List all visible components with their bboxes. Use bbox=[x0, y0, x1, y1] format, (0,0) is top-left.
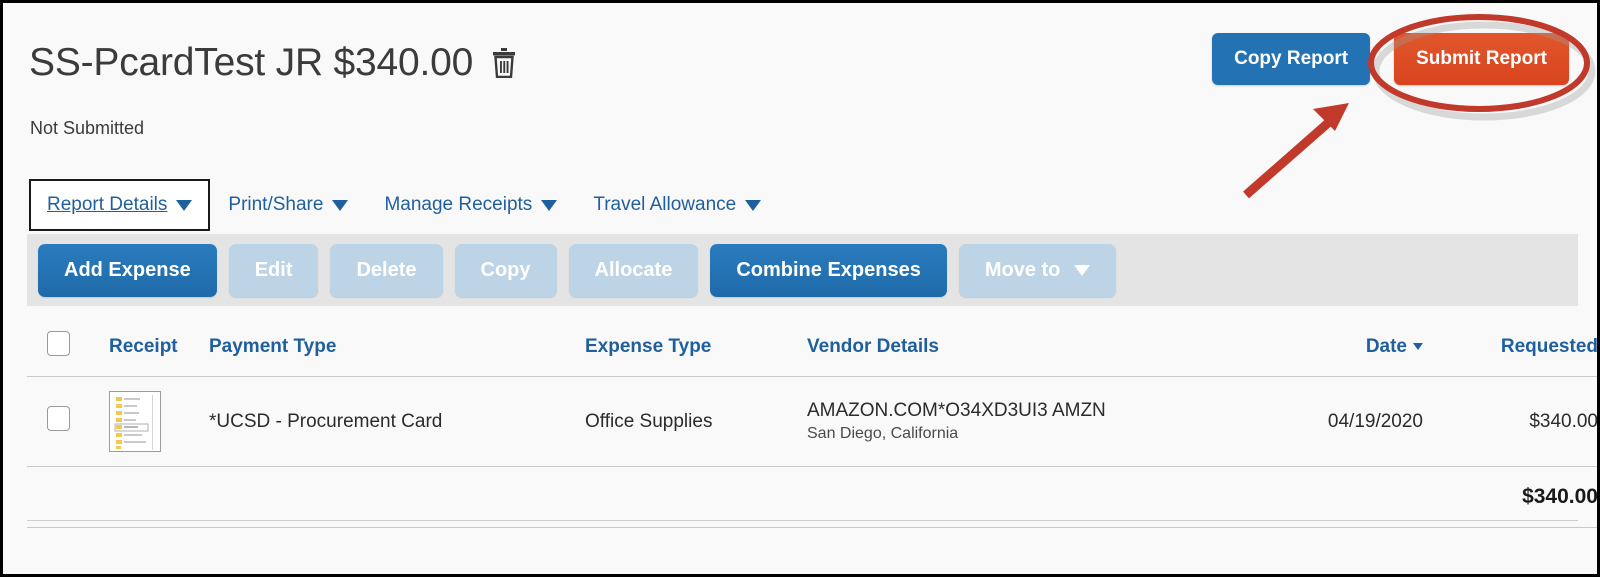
allocate-button[interactable]: Allocate bbox=[568, 243, 699, 297]
tab-print-share[interactable]: Print/Share bbox=[210, 179, 366, 231]
header-payment-type[interactable]: Payment Type bbox=[209, 321, 585, 377]
header-requested[interactable]: Requested bbox=[1423, 321, 1597, 377]
header-receipt[interactable]: Receipt bbox=[109, 321, 209, 377]
chevron-down-icon bbox=[332, 199, 349, 211]
row-vendor-location: San Diego, California bbox=[807, 425, 959, 442]
table-total-row: $340.00 bbox=[27, 466, 1597, 528]
date-sort-control[interactable]: Date bbox=[1366, 336, 1423, 358]
copy-report-button[interactable]: Copy Report bbox=[1212, 33, 1371, 85]
table-header-row: Receipt Payment Type Expense Type Vendor… bbox=[27, 321, 1597, 377]
tab-report-details-label: Report Details bbox=[47, 194, 168, 215]
table-row[interactable]: *UCSD - Procurement Card Office Supplies… bbox=[27, 376, 1597, 467]
tab-travel-allowance-label: Travel Allowance bbox=[593, 194, 737, 215]
row-checkbox[interactable] bbox=[47, 406, 70, 431]
report-header: SS-PcardTest JR $340.00 Not Submitted Co… bbox=[3, 3, 1597, 173]
expense-action-toolbar: Add Expense Edit Delete Copy Allocate Co… bbox=[27, 234, 1578, 306]
header-date[interactable]: Date bbox=[1273, 321, 1423, 377]
expense-report-page: SS-PcardTest JR $340.00 Not Submitted Co… bbox=[0, 0, 1600, 577]
add-expense-button[interactable]: Add Expense bbox=[38, 243, 217, 297]
chevron-down-icon bbox=[176, 199, 193, 211]
delete-button[interactable]: Delete bbox=[330, 243, 443, 297]
tab-print-share-label: Print/Share bbox=[228, 194, 324, 215]
row-payment-type[interactable]: *UCSD - Procurement Card bbox=[209, 376, 585, 467]
header-actions: Copy Report Submit Report bbox=[1212, 33, 1569, 85]
expenses-table-container: Receipt Payment Type Expense Type Vendor… bbox=[27, 321, 1597, 528]
footer-divider bbox=[27, 520, 1578, 521]
row-expense-type: Office Supplies bbox=[585, 376, 807, 467]
tab-manage-receipts[interactable]: Manage Receipts bbox=[366, 179, 575, 231]
combine-expenses-button[interactable]: Combine Expenses bbox=[710, 243, 947, 297]
page-title: SS-PcardTest JR $340.00 bbox=[29, 41, 474, 84]
edit-button[interactable]: Edit bbox=[228, 243, 319, 297]
submit-report-button[interactable]: Submit Report bbox=[1394, 33, 1569, 85]
report-title-row: SS-PcardTest JR $340.00 bbox=[29, 41, 517, 85]
row-requested: $340.00 bbox=[1423, 376, 1597, 467]
trash-icon[interactable] bbox=[491, 47, 517, 79]
total-amount: $340.00 bbox=[1423, 466, 1597, 528]
select-all-checkbox[interactable] bbox=[47, 331, 70, 356]
row-vendor-details: AMAZON.COM*O34XD3UI3 AMZN San Diego, Cal… bbox=[807, 376, 1273, 467]
total-spacer-2 bbox=[109, 466, 209, 528]
header-vendor-details[interactable]: Vendor Details bbox=[807, 321, 1273, 377]
receipt-thumbnail-icon[interactable] bbox=[109, 391, 161, 452]
table-body: *UCSD - Procurement Card Office Supplies… bbox=[27, 376, 1597, 528]
row-date: 04/19/2020 bbox=[1273, 376, 1423, 467]
table-header: Receipt Payment Type Expense Type Vendor… bbox=[27, 321, 1597, 377]
chevron-down-icon bbox=[1074, 264, 1091, 276]
total-spacer-6 bbox=[1273, 466, 1423, 528]
move-to-button[interactable]: Move to bbox=[958, 243, 1117, 297]
move-to-label: Move to bbox=[984, 258, 1061, 281]
tab-manage-receipts-label: Manage Receipts bbox=[384, 194, 533, 215]
tab-travel-allowance[interactable]: Travel Allowance bbox=[575, 179, 779, 231]
chevron-down-icon bbox=[745, 199, 762, 211]
row-select-cell bbox=[27, 376, 109, 467]
select-all-header bbox=[27, 321, 109, 377]
total-spacer-1 bbox=[27, 466, 109, 528]
header-expense-type[interactable]: Expense Type bbox=[585, 321, 807, 377]
total-spacer-4 bbox=[585, 466, 807, 528]
total-spacer-5 bbox=[807, 466, 1273, 528]
chevron-down-icon bbox=[541, 199, 558, 211]
tab-report-details[interactable]: Report Details bbox=[29, 179, 211, 231]
sort-descending-icon bbox=[1413, 343, 1423, 350]
copy-button[interactable]: Copy bbox=[454, 243, 557, 297]
expenses-table: Receipt Payment Type Expense Type Vendor… bbox=[27, 321, 1597, 528]
total-spacer-3 bbox=[209, 466, 585, 528]
row-vendor-name: AMAZON.COM*O34XD3UI3 AMZN bbox=[807, 400, 1106, 421]
row-receipt-cell bbox=[109, 376, 209, 467]
report-status: Not Submitted bbox=[30, 118, 145, 138]
header-date-label: Date bbox=[1365, 335, 1407, 357]
report-tabs: Report Details Print/Share Manage Receip… bbox=[29, 179, 779, 231]
